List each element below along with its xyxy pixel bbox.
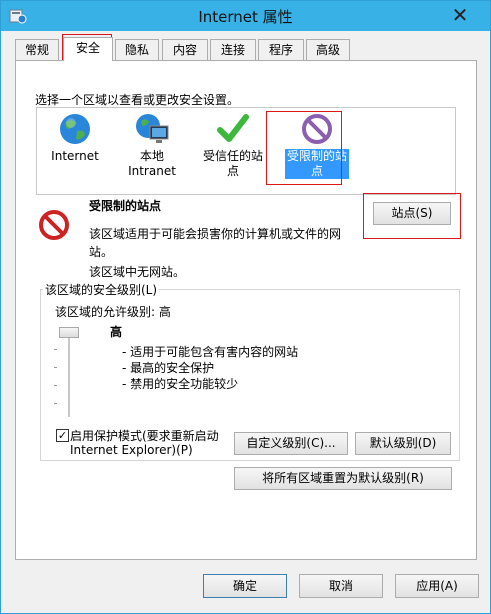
allowed-level-text: 该区域的允许级别: 高 bbox=[55, 305, 171, 319]
zone-local-intranet[interactable]: 本地 Intranet bbox=[119, 112, 185, 179]
close-button[interactable]: ✕ bbox=[448, 3, 472, 27]
level-description-item: - 适用于可能包含有害内容的网站 bbox=[122, 345, 299, 359]
zone-description-line2: 站。 bbox=[89, 245, 114, 259]
protected-mode-label-line1: 启用保护模式(要求重新启动 bbox=[70, 429, 219, 443]
globe-icon bbox=[60, 114, 90, 144]
slider-tick bbox=[54, 367, 57, 368]
tab-strip: 常规 安全 隐私 内容 连接 程序 高级 bbox=[15, 37, 475, 61]
tab-general[interactable]: 常规 bbox=[15, 39, 59, 60]
reset-all-zones-button[interactable]: 将所有区域重置为默认级别(R) bbox=[234, 467, 452, 490]
title-bar[interactable]: Internet 属性 ✕ bbox=[1, 1, 490, 31]
restricted-icon bbox=[302, 114, 332, 144]
security-panel: 选择一个区域以查看或更改安全设置。 Internet 本地 Intranet 受… bbox=[15, 60, 477, 560]
zone-label-trusted-sites: 受信任的站 点 bbox=[202, 149, 263, 178]
apply-button[interactable]: 应用(A) bbox=[395, 574, 479, 598]
tab-content[interactable]: 内容 bbox=[162, 39, 208, 60]
zone-restricted-sites[interactable]: 受限制的站 点 bbox=[282, 112, 352, 179]
checkmark-icon bbox=[217, 114, 249, 142]
cancel-button[interactable]: 取消 bbox=[299, 574, 383, 598]
zone-internet[interactable]: Internet bbox=[42, 112, 108, 164]
zone-label-restricted-sites: 受限制的站 点 bbox=[284, 149, 349, 179]
tab-privacy[interactable]: 隐私 bbox=[115, 39, 159, 60]
tab-security[interactable]: 安全 bbox=[63, 37, 113, 61]
tab-programs[interactable]: 程序 bbox=[258, 39, 304, 60]
zone-list: Internet 本地 Intranet 受信任的站 点 受限制的站 点 bbox=[36, 107, 456, 195]
security-level-group-title: 该区域的安全级别(L) bbox=[43, 281, 160, 298]
zone-no-sites-text: 该区域中无网站。 bbox=[89, 265, 186, 279]
tab-advanced[interactable]: 高级 bbox=[306, 39, 350, 60]
custom-level-button[interactable]: 自定义级别(C)... bbox=[234, 432, 348, 455]
level-description-item: - 禁用的安全功能较少 bbox=[122, 377, 239, 391]
computer-globe-icon bbox=[136, 114, 169, 143]
restricted-sites-large-icon bbox=[38, 209, 70, 244]
slider-tick bbox=[54, 403, 57, 404]
default-level-button[interactable]: 默认级别(D) bbox=[355, 432, 451, 455]
slider-tick bbox=[54, 349, 57, 350]
security-slider-thumb[interactable] bbox=[59, 327, 79, 338]
protected-mode-checkbox[interactable]: ✓ bbox=[56, 429, 69, 442]
internet-properties-dialog: Internet 属性 ✕ 常规 安全 隐私 内容 连接 程序 高级 选择一个区… bbox=[0, 0, 491, 614]
level-description-item: - 最高的安全保护 bbox=[122, 361, 215, 375]
protected-mode-label-line2: Internet Explorer)(P) bbox=[70, 443, 193, 457]
zone-instruction: 选择一个区域以查看或更改安全设置。 bbox=[35, 93, 240, 107]
window-title: Internet 属性 bbox=[198, 8, 293, 26]
zone-trusted-sites[interactable]: 受信任的站 点 bbox=[200, 112, 266, 179]
zone-description-line1: 该区域适用于可能会损害你的计算机或文件的网 bbox=[89, 227, 342, 241]
security-slider-track bbox=[68, 329, 70, 417]
zone-label-local-intranet: 本地 Intranet bbox=[128, 149, 176, 178]
sites-button[interactable]: 站点(S) bbox=[373, 202, 451, 225]
tab-connections[interactable]: 连接 bbox=[210, 39, 256, 60]
slider-tick bbox=[54, 385, 57, 386]
ok-button[interactable]: 确定 bbox=[203, 574, 287, 598]
zone-label-internet: Internet bbox=[51, 149, 99, 163]
security-level-name: 高 bbox=[110, 325, 123, 339]
zone-title: 受限制的站点 bbox=[89, 199, 162, 213]
